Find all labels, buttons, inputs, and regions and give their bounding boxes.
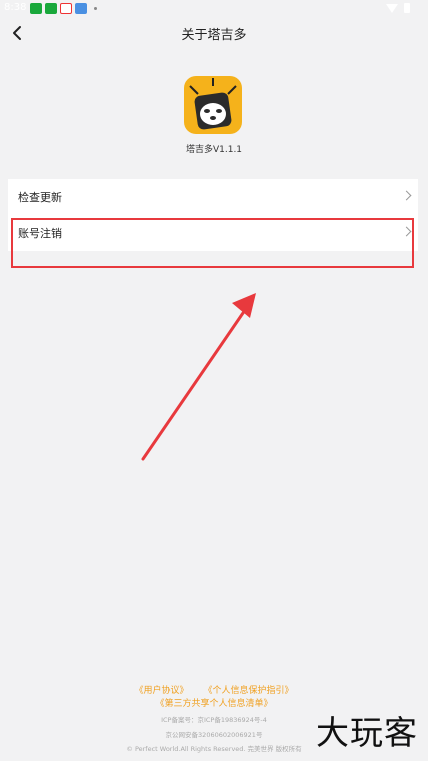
privacy-guide-link[interactable]: 《个人信息保护指引》	[203, 686, 293, 696]
user-agreement-link[interactable]: 《用户协议》	[135, 686, 189, 696]
watermark-logo: 大玩客	[316, 713, 418, 752]
annotation-arrow	[141, 293, 256, 461]
third-party-list-link[interactable]: 《第三方共享个人信息清单》	[155, 699, 272, 709]
